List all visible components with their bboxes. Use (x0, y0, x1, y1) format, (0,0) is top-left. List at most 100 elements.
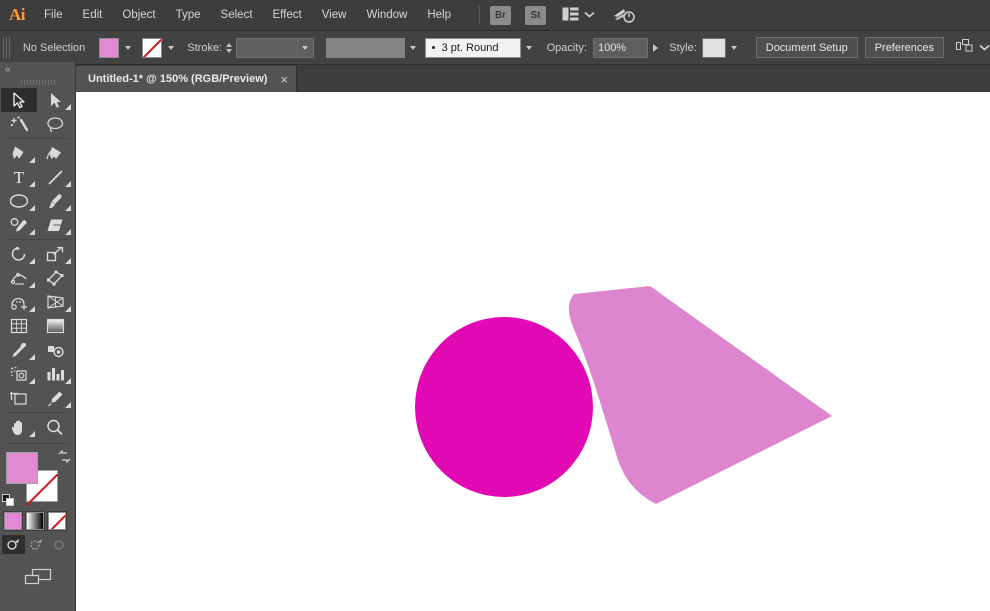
draw-normal-mode[interactable] (2, 535, 25, 554)
opacity-input[interactable]: 100% (592, 37, 648, 58)
brush-definition-combo[interactable]: 3 pt. Round (424, 37, 537, 58)
fill-mode-buttons (3, 511, 75, 531)
draw-behind-mode[interactable] (25, 535, 48, 554)
tool-divider (6, 412, 69, 413)
stroke-chevron-down-icon[interactable] (164, 38, 178, 58)
zoom-tool[interactable] (37, 415, 73, 439)
brush-definition-value: 3 pt. Round (441, 41, 499, 54)
fill-swatch-large[interactable] (6, 452, 38, 484)
color-fill-mode[interactable] (3, 511, 23, 531)
ellipse-tool[interactable] (1, 189, 37, 213)
style-chevron-down-icon[interactable] (726, 38, 742, 58)
gradient-fill-mode[interactable] (25, 511, 45, 531)
none-fill-mode[interactable] (47, 511, 67, 531)
document-tab-bar: Untitled-1* @ 150% (RGB/Preview) × (76, 65, 990, 93)
control-bar-grip[interactable] (3, 36, 10, 59)
stroke-weight-combo[interactable] (235, 37, 314, 58)
workspace-switcher[interactable] (562, 7, 595, 24)
variable-width-chevron-down-icon[interactable] (405, 38, 421, 58)
selection-tool[interactable] (1, 88, 37, 112)
symbol-sprayer-tool[interactable] (1, 362, 37, 386)
illustrator-window: Ai File Edit Object Type Select Effect V… (0, 0, 990, 611)
gradient-tool[interactable] (37, 314, 73, 338)
draw-inside-mode[interactable] (48, 535, 71, 554)
menu-object[interactable]: Object (112, 0, 165, 30)
free-transform-tool[interactable] (37, 266, 73, 290)
lasso-tool[interactable] (37, 112, 73, 136)
magic-wand-tool[interactable] (1, 112, 37, 136)
stroke-color-swatch[interactable] (142, 37, 163, 58)
style-label: Style: (669, 41, 697, 54)
graphic-style-combo[interactable] (701, 37, 742, 58)
control-bar: No Selection Stroke: 3 pt. Round Opacity… (0, 31, 990, 65)
change-screen-mode-icon[interactable] (0, 567, 75, 587)
document-setup-button[interactable]: Document Setup (755, 37, 858, 58)
tool-grid-selection (1, 88, 73, 136)
menu-edit[interactable]: Edit (73, 0, 113, 30)
selection-status: No Selection (22, 41, 86, 54)
menu-bar: Ai File Edit Object Type Select Effect V… (0, 0, 990, 31)
document-tab[interactable]: Untitled-1* @ 150% (RGB/Preview) × (76, 66, 298, 92)
artboard-tool[interactable] (1, 386, 37, 410)
menu-select[interactable]: Select (211, 0, 263, 30)
align-objects-icon[interactable] (956, 38, 975, 57)
menu-file[interactable]: File (34, 0, 73, 30)
menu-effect[interactable]: Effect (263, 0, 312, 30)
brush-chevron-down-icon[interactable] (521, 38, 537, 58)
document-tab-title: Untitled-1* @ 150% (RGB/Preview) (88, 73, 268, 85)
canvas-artboard[interactable] (76, 92, 990, 611)
direct-selection-tool[interactable] (37, 88, 73, 112)
type-tool[interactable]: T (1, 165, 37, 189)
menu-view[interactable]: View (312, 0, 357, 30)
pink-warped-quad[interactable] (568, 286, 832, 504)
fill-chevron-down-icon[interactable] (121, 38, 135, 58)
variable-width-profile-input[interactable] (325, 37, 405, 58)
width-tool[interactable] (1, 266, 37, 290)
app-logo: Ai (9, 5, 26, 24)
line-segment-tool[interactable] (37, 165, 73, 189)
eyedropper-tool[interactable] (1, 338, 37, 362)
tool-divider (6, 138, 69, 139)
graphic-style-swatch[interactable] (701, 37, 726, 58)
blend-tool[interactable] (37, 338, 73, 362)
default-fill-stroke-icon[interactable] (2, 494, 15, 507)
pen-tool[interactable] (1, 141, 37, 165)
fill-color-swatch[interactable] (99, 37, 120, 58)
eraser-tool[interactable] (37, 213, 73, 237)
svg-text:T: T (14, 169, 25, 185)
variable-width-combo[interactable] (325, 37, 421, 58)
tool-divider (6, 239, 69, 240)
tools-panel-grip[interactable] (0, 77, 75, 88)
close-icon[interactable]: × (280, 73, 288, 86)
scale-tool[interactable] (37, 242, 73, 266)
artwork-group[interactable] (76, 92, 990, 611)
shape-builder-tool[interactable] (1, 290, 37, 314)
paintbrush-tool[interactable] (37, 189, 73, 213)
preferences-button[interactable]: Preferences (864, 37, 944, 58)
double-chevron-left-icon[interactable]: « (0, 62, 75, 77)
curvature-tool[interactable] (37, 141, 73, 165)
slice-tool[interactable] (37, 386, 73, 410)
stock-button[interactable]: St (525, 5, 546, 25)
tool-grid-navigation (1, 415, 73, 439)
bridge-button[interactable]: Br (490, 5, 511, 25)
mesh-tool[interactable] (1, 314, 37, 338)
swap-fill-stroke-icon[interactable] (58, 449, 71, 464)
stroke-weight-input[interactable] (235, 37, 298, 58)
magenta-circle[interactable] (415, 317, 593, 497)
chevron-down-icon (584, 9, 595, 21)
align-chevron-down-icon[interactable] (979, 42, 990, 54)
search-adobe-stock-icon[interactable] (613, 6, 635, 25)
menu-type[interactable]: Type (166, 0, 211, 30)
perspective-grid-tool[interactable] (37, 290, 73, 314)
menu-window[interactable]: Window (356, 0, 417, 30)
column-graph-tool[interactable] (37, 362, 73, 386)
pencil-tool[interactable] (1, 213, 37, 237)
stroke-weight-stepper[interactable] (224, 38, 233, 58)
opacity-arrow-right-icon[interactable] (648, 43, 664, 52)
brush-definition-input[interactable]: 3 pt. Round (424, 37, 521, 58)
stroke-weight-chevron-down-icon[interactable] (297, 37, 314, 58)
menu-help[interactable]: Help (417, 0, 461, 30)
rotate-tool[interactable] (1, 242, 37, 266)
hand-tool[interactable] (1, 415, 37, 439)
